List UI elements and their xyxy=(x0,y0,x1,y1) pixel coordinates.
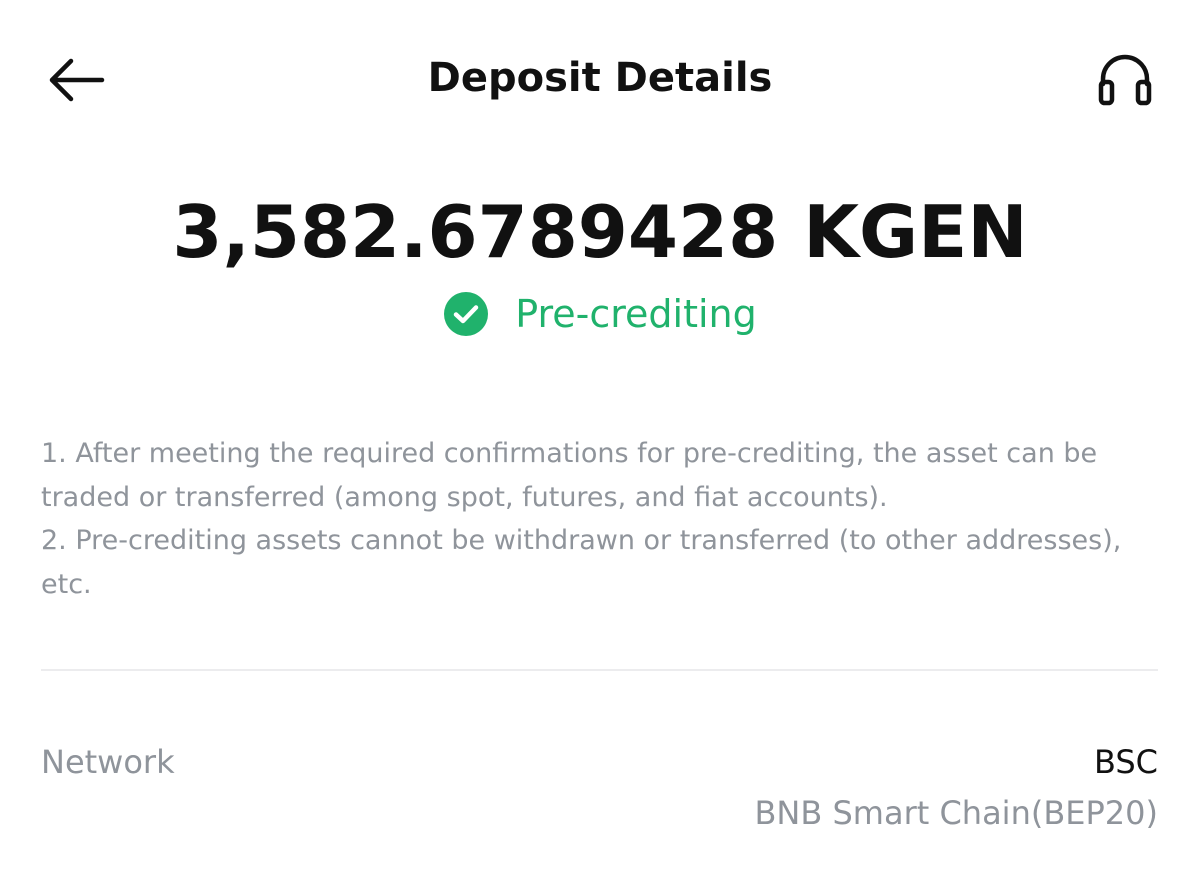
pre-crediting-notes: 1. After meeting the required confirmati… xyxy=(41,432,1166,606)
status-label: Pre-crediting xyxy=(515,292,757,336)
headphones-icon xyxy=(1098,54,1152,106)
divider xyxy=(41,669,1158,671)
deposit-amount: 3,582.6789428 KGEN xyxy=(172,190,1028,274)
customer-support-button[interactable] xyxy=(1090,48,1160,112)
network-label: Network xyxy=(41,743,175,781)
top-bar: Deposit Details xyxy=(0,0,1200,156)
deposit-status: Pre-crediting xyxy=(0,290,1200,338)
check-circle-icon xyxy=(443,291,489,337)
network-full-name: BNB Smart Chain(BEP20) xyxy=(754,794,1158,832)
note-item: 1. After meeting the required confirmati… xyxy=(41,438,1098,513)
page-title: Deposit Details xyxy=(427,55,773,101)
note-item: 2. Pre-crediting assets cannot be withdr… xyxy=(41,525,1122,600)
network-value: BSC xyxy=(1093,743,1158,781)
